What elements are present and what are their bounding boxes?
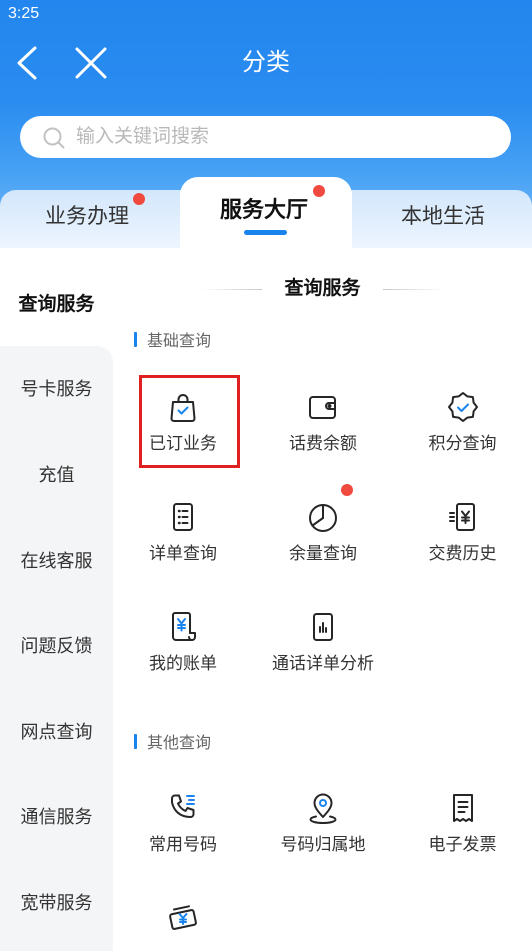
service-item-call-details[interactable]: 详单查询 <box>113 499 253 565</box>
search-bar[interactable] <box>20 116 511 158</box>
service-badge-dot <box>341 484 353 496</box>
service-item-my-bill[interactable]: 我的账单 <box>113 609 253 675</box>
section-header: 查询服务 <box>113 277 532 301</box>
category-sidebar: 查询服务 号卡服务 充值 在线客服 问题反馈 网点查询 通信服务 宽带服务 <box>0 260 113 945</box>
sidebar-item-online-support[interactable]: 在线客服 <box>0 517 113 603</box>
location-pin-icon <box>305 790 341 826</box>
group-accent-bar <box>134 733 137 749</box>
invoice-icon <box>445 790 481 826</box>
group-title-text: 基础查询 <box>147 333 212 350</box>
tab-label-service-hall: 服务大厅 <box>220 197 309 222</box>
service-grid: 已订业务 话费余额 积分查询 详单查询 余量查询 交费历史 我的账单 通话详单分… <box>113 389 532 675</box>
service-item-yuan-ticket[interactable] <box>113 900 253 936</box>
yuan-bill-icon <box>165 609 201 645</box>
service-item-label: 话费余额 <box>289 434 357 453</box>
yuan-receipt-icon <box>445 499 481 535</box>
service-item-label: 积分查询 <box>428 434 497 453</box>
tab-label-business: 业务办理 <box>45 205 129 228</box>
service-item-number-location[interactable]: 号码归属地 <box>253 790 393 856</box>
divider <box>200 288 263 290</box>
sidebar-item-feedback[interactable]: 问题反馈 <box>0 602 113 688</box>
divider <box>382 288 445 290</box>
section-title: 查询服务 <box>284 278 361 299</box>
tab-label-local-life: 本地生活 <box>401 205 485 228</box>
service-item-label: 常用号码 <box>149 835 217 854</box>
pie-chart-icon <box>305 499 341 535</box>
yuan-ticket-icon <box>165 900 201 936</box>
active-tab-indicator <box>244 230 287 235</box>
status-bar-time: 3:25 <box>8 5 40 22</box>
badge-check-icon <box>445 389 481 425</box>
group-accent-bar <box>134 331 137 347</box>
sidebar-item-query-services[interactable]: 查询服务 <box>0 260 113 346</box>
service-item-label: 余量查询 <box>289 544 357 563</box>
search-icon <box>43 127 65 149</box>
page-title: 分类 <box>242 49 290 76</box>
sidebar-item-card-services[interactable]: 号卡服务 <box>0 346 113 432</box>
service-item-remaining-usage[interactable]: 余量查询 <box>253 499 393 565</box>
service-item-label: 我的账单 <box>149 654 217 673</box>
service-item-label: 已订业务 <box>149 434 217 453</box>
service-grid: 常用号码 号码归属地 电子发票 <box>113 790 532 936</box>
tab-badge-dot <box>313 185 325 197</box>
service-item-label: 通话详单分析 <box>272 654 374 673</box>
service-item-points[interactable]: 积分查询 <box>393 389 532 455</box>
service-item-label: 交费历史 <box>428 544 497 563</box>
phone-icon <box>165 790 201 826</box>
service-item-call-analysis[interactable]: 通话详单分析 <box>253 609 393 675</box>
bar-chart-document-icon <box>305 609 341 645</box>
sidebar-item-recharge[interactable]: 充值 <box>0 431 113 517</box>
service-item-e-invoice[interactable]: 电子发票 <box>393 790 532 856</box>
search-input[interactable] <box>76 116 496 158</box>
shopping-bag-check-icon <box>165 389 201 425</box>
tab-service-hall[interactable]: 服务大厅 <box>180 177 352 248</box>
group-title-text: 其他查询 <box>147 735 212 752</box>
tab-badge-dot <box>133 193 145 205</box>
wallet-icon <box>305 389 341 425</box>
service-item-common-numbers[interactable]: 常用号码 <box>113 790 253 856</box>
tab-local-life[interactable]: 本地生活 <box>342 190 532 248</box>
sidebar-item-telecom-services[interactable]: 通信服务 <box>0 774 113 860</box>
service-item-payment-history[interactable]: 交费历史 <box>393 499 532 565</box>
group-title: 基础查询 <box>134 329 212 350</box>
group-title: 其他查询 <box>134 731 212 752</box>
list-document-icon <box>165 499 201 535</box>
tab-business[interactable]: 业务办理 <box>0 190 192 248</box>
service-item-balance[interactable]: 话费余额 <box>253 389 393 455</box>
service-item-label: 详单查询 <box>149 544 217 563</box>
service-item-subscribed-services[interactable]: 已订业务 <box>113 389 253 455</box>
sidebar-item-broadband[interactable]: 宽带服务 <box>0 859 113 945</box>
service-item-label: 电子发票 <box>428 835 497 854</box>
service-item-label: 号码归属地 <box>280 835 366 854</box>
sidebar-item-outlet-query[interactable]: 网点查询 <box>0 688 113 774</box>
